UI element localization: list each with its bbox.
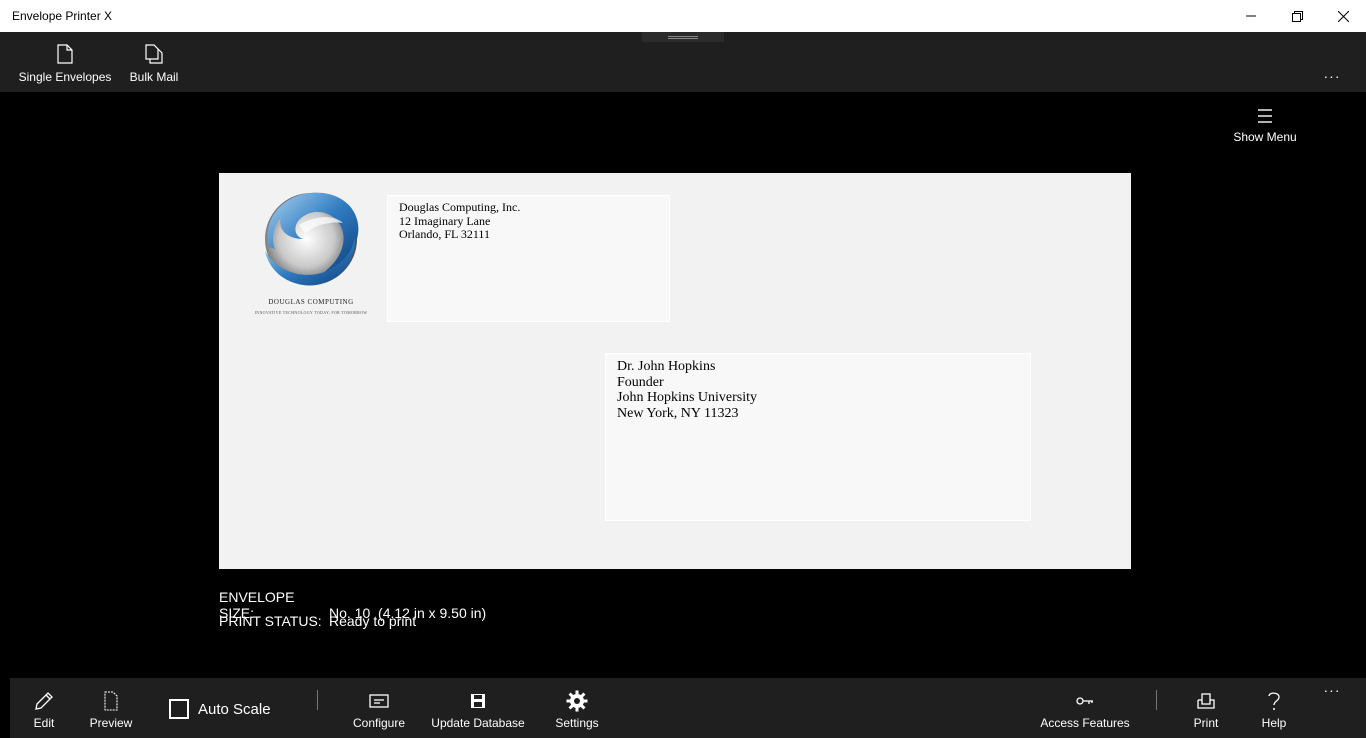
single-envelopes-label: Single Envelopes [18, 70, 112, 84]
configure-button[interactable]: Configure [348, 690, 410, 736]
restore-icon [1291, 10, 1303, 22]
return-address-line: Orlando, FL 32111 [399, 227, 490, 241]
company-logo: DOUGLAS COMPUTING INNOVATIVE TECHNOLOGY … [253, 187, 369, 319]
preview-label: Preview [89, 716, 133, 730]
globe-logo-icon [265, 192, 359, 286]
minimize-icon [1246, 15, 1256, 17]
edit-label: Edit [33, 716, 55, 730]
recipient-address-line: John Hopkins University [617, 390, 757, 405]
show-menu-button[interactable]: Show Menu [1226, 108, 1304, 144]
return-address-line: Douglas Computing, Inc. [399, 200, 521, 214]
print-status-value: Ready to print [329, 613, 417, 629]
update-database-label: Update Database [431, 716, 525, 730]
logo-company-name: DOUGLAS COMPUTING [268, 298, 354, 306]
close-icon [1337, 10, 1349, 22]
print-button[interactable]: Print [1186, 690, 1226, 736]
return-address-line: 12 Imaginary Lane [399, 213, 491, 228]
print-status: PRINT STATUS: Ready to print [219, 613, 416, 629]
recipient-address-line: New York, NY 11323 [617, 405, 739, 421]
settings-label: Settings [555, 716, 599, 730]
update-database-button[interactable]: Update Database [430, 690, 526, 736]
pencil-icon [35, 692, 53, 710]
recipient-address-box[interactable]: Dr. John Hopkins Founder John Hopkins Un… [605, 353, 1031, 521]
documents-icon [145, 44, 163, 64]
recipient-address-line: Dr. John Hopkins [617, 359, 716, 374]
show-menu-label: Show Menu [1233, 130, 1297, 144]
bulk-mail-button[interactable]: Bulk Mail [128, 44, 180, 88]
close-button[interactable] [1320, 0, 1366, 32]
return-address-box[interactable]: Douglas Computing, Inc. 12 Imaginary Lan… [387, 195, 670, 322]
top-more-button[interactable]: ··· [1320, 68, 1344, 84]
print-status-label: PRINT STATUS: [219, 613, 322, 629]
auto-scale-label: Auto Scale [198, 700, 271, 718]
bottom-command-bar: Edit Preview Auto Scale Configure Update… [10, 678, 1366, 738]
save-icon [471, 694, 485, 708]
envelope-preview: DOUGLAS COMPUTING INNOVATIVE TECHNOLOGY … [219, 173, 1131, 569]
settings-button[interactable]: Settings [550, 690, 604, 736]
drag-grip[interactable] [642, 32, 724, 42]
question-mark-icon [1268, 692, 1280, 710]
grip-icon [668, 35, 698, 39]
single-envelopes-button[interactable]: Single Envelopes [18, 44, 112, 88]
separator [317, 690, 318, 710]
title-bar: Envelope Printer X [0, 0, 1366, 32]
printer-config-icon [369, 694, 389, 708]
bulk-mail-label: Bulk Mail [129, 70, 179, 84]
restore-button[interactable] [1274, 0, 1320, 32]
bottom-more-button[interactable]: ··· [1320, 682, 1344, 698]
access-features-label: Access Features [1040, 716, 1130, 730]
preview-document-icon [104, 691, 118, 711]
edit-button[interactable]: Edit [24, 690, 64, 736]
hamburger-icon [1258, 109, 1272, 123]
print-icon [1197, 693, 1215, 709]
auto-scale-checkbox[interactable]: Auto Scale [169, 698, 271, 720]
checkbox-icon [169, 699, 189, 719]
preview-button[interactable]: Preview [88, 690, 134, 736]
minimize-button[interactable] [1228, 0, 1274, 32]
help-button[interactable]: Help [1250, 690, 1298, 736]
print-label: Print [1193, 716, 1219, 730]
top-command-bar: Single Envelopes Bulk Mail ··· [0, 32, 1366, 92]
window-title: Envelope Printer X [12, 9, 113, 23]
document-icon [57, 44, 73, 64]
gear-icon [566, 690, 588, 712]
recipient-address-line: Founder [617, 374, 664, 390]
separator [1156, 690, 1157, 710]
configure-label: Configure [352, 716, 406, 730]
access-features-button[interactable]: Access Features [1040, 690, 1130, 736]
help-label: Help [1261, 716, 1287, 730]
key-icon [1076, 697, 1093, 705]
logo-tagline: INNOVATIVE TECHNOLOGY TODAY, FOR TOMORRO… [254, 310, 368, 315]
